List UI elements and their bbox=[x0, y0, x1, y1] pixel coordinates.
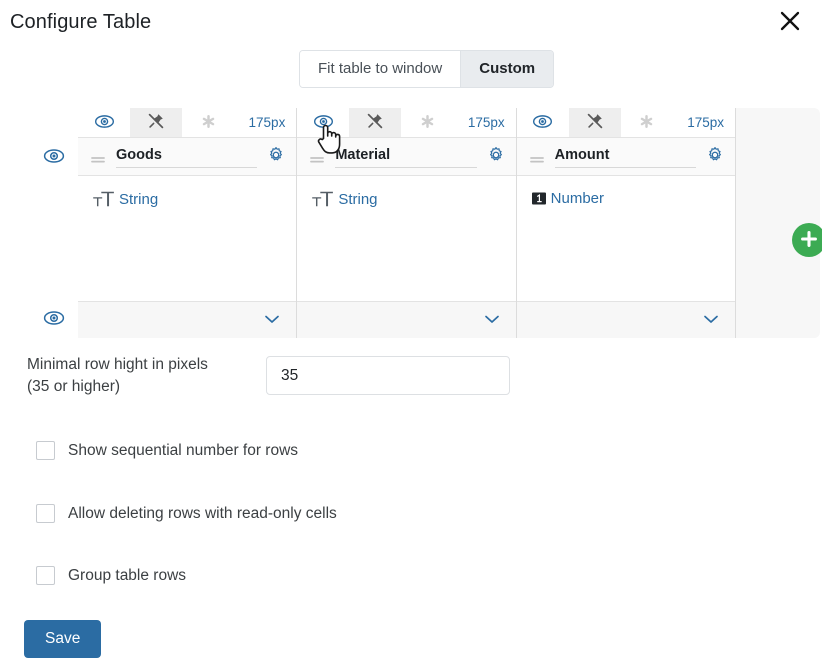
eye-icon bbox=[94, 114, 115, 132]
page-title: Configure Table bbox=[10, 11, 152, 33]
column-toolbar: 175px bbox=[297, 108, 516, 138]
column-settings-button[interactable] bbox=[265, 146, 287, 168]
column-body: Number bbox=[516, 176, 735, 302]
option-label: Show sequential number for rows bbox=[68, 442, 299, 459]
chevron-down-icon bbox=[484, 311, 500, 329]
column-name-material[interactable]: Material bbox=[335, 146, 477, 168]
save-button[interactable]: Save bbox=[24, 620, 102, 658]
close-dialog-button[interactable] bbox=[775, 6, 805, 36]
min-row-height-label: Minimal row hight in pixels (35 or highe… bbox=[27, 354, 257, 398]
fit-table-to-window-button[interactable]: Fit table to window bbox=[300, 51, 461, 87]
option-label: Allow deleting rows with read-only cells bbox=[68, 505, 337, 522]
drag-handle-icon[interactable] bbox=[90, 152, 106, 162]
column-footer-dropdown[interactable] bbox=[78, 302, 297, 338]
plus-icon bbox=[799, 229, 819, 252]
asterisk-icon bbox=[639, 114, 654, 132]
column-visibility-toggle[interactable] bbox=[517, 108, 569, 137]
column-required-toggle[interactable] bbox=[182, 108, 234, 137]
gear-icon bbox=[706, 146, 724, 167]
drag-handle-icon[interactable] bbox=[309, 152, 325, 162]
checkbox-group-table-rows[interactable] bbox=[36, 566, 55, 585]
add-column-button[interactable] bbox=[792, 223, 822, 257]
column-toolbar: 175px bbox=[78, 108, 297, 138]
column-pin-toggle[interactable] bbox=[130, 108, 182, 137]
column-footer-dropdown[interactable] bbox=[516, 302, 735, 338]
min-row-height-label-line2: (35 or higher) bbox=[27, 378, 121, 395]
column-name-amount[interactable]: Amount bbox=[554, 146, 696, 168]
min-row-height-label-line1: Minimal row hight in pixels bbox=[27, 356, 208, 373]
text-type-icon bbox=[92, 190, 116, 208]
unpin-icon bbox=[147, 112, 165, 133]
eye-icon bbox=[313, 114, 334, 132]
column-width-value[interactable]: 175px bbox=[673, 108, 735, 137]
option-row-group-table-rows: Group table rows bbox=[36, 566, 186, 585]
column-pin-toggle[interactable] bbox=[568, 108, 621, 137]
column-footer-dropdown[interactable] bbox=[297, 302, 516, 338]
column-goods: 175px Goods String bbox=[78, 108, 298, 338]
close-icon bbox=[779, 10, 801, 32]
number-type-icon bbox=[531, 190, 548, 207]
min-row-height-input[interactable] bbox=[266, 356, 510, 395]
column-type-material[interactable]: String bbox=[311, 190, 378, 208]
option-row-sequential-number: Show sequential number for rows bbox=[36, 441, 298, 460]
column-header: Amount bbox=[516, 138, 735, 176]
footer-row-visibility-toggle[interactable] bbox=[42, 307, 66, 331]
row-visibility-controls bbox=[30, 108, 78, 338]
column-settings-button[interactable] bbox=[704, 146, 726, 168]
column-material: 175px Material String bbox=[297, 108, 517, 338]
view-mode-toggle: Fit table to window Custom bbox=[299, 50, 555, 88]
column-header: Material bbox=[297, 138, 516, 176]
eye-icon bbox=[43, 310, 65, 329]
column-body: String bbox=[78, 176, 297, 302]
column-amount: 175px Amount Number bbox=[516, 108, 736, 338]
column-width-value[interactable]: 175px bbox=[453, 108, 515, 137]
option-row-allow-deleting-rows: Allow deleting rows with read-only cells bbox=[36, 504, 337, 523]
eye-icon bbox=[43, 148, 65, 167]
column-type-label: String bbox=[119, 190, 159, 208]
columns-grid: 175px Goods String 175px Material String… bbox=[78, 108, 736, 338]
columns-area: 175px Goods String 175px Material String… bbox=[78, 108, 822, 338]
text-type-icon bbox=[311, 190, 335, 208]
column-required-toggle[interactable] bbox=[621, 108, 673, 137]
column-visibility-toggle[interactable] bbox=[78, 108, 130, 137]
asterisk-icon bbox=[201, 114, 216, 132]
configure-table-dialog: Configure Table Fit table to window Cust… bbox=[0, 0, 822, 666]
chevron-down-icon bbox=[264, 311, 280, 329]
checkbox-show-sequential-number[interactable] bbox=[36, 441, 55, 460]
eye-icon bbox=[532, 114, 553, 132]
gear-icon bbox=[267, 146, 285, 167]
column-type-label: String bbox=[338, 190, 378, 208]
column-type-amount[interactable]: Number bbox=[531, 190, 604, 207]
unpin-icon bbox=[586, 112, 604, 133]
custom-layout-button[interactable]: Custom bbox=[460, 51, 554, 87]
column-toolbar: 175px bbox=[516, 108, 735, 138]
chevron-down-icon bbox=[703, 311, 719, 329]
column-name-goods[interactable]: Goods bbox=[116, 146, 258, 168]
column-width-value[interactable]: 175px bbox=[234, 108, 296, 137]
unpin-icon bbox=[366, 112, 384, 133]
gear-icon bbox=[487, 146, 505, 167]
column-type-goods[interactable]: String bbox=[92, 190, 158, 208]
column-visibility-toggle[interactable] bbox=[297, 108, 349, 137]
column-required-toggle[interactable] bbox=[401, 108, 453, 137]
column-settings-button[interactable] bbox=[485, 146, 507, 168]
column-body: String bbox=[297, 176, 516, 302]
checkbox-allow-deleting-rows[interactable] bbox=[36, 504, 55, 523]
asterisk-icon bbox=[420, 114, 435, 132]
column-pin-toggle[interactable] bbox=[349, 108, 402, 137]
option-label: Group table rows bbox=[68, 567, 187, 584]
header-row-visibility-toggle[interactable] bbox=[42, 145, 66, 169]
drag-handle-icon[interactable] bbox=[529, 152, 545, 162]
column-header: Goods bbox=[78, 138, 297, 176]
table-configurator: 175px Goods String 175px Material String… bbox=[30, 108, 822, 338]
column-type-label: Number bbox=[550, 190, 605, 207]
